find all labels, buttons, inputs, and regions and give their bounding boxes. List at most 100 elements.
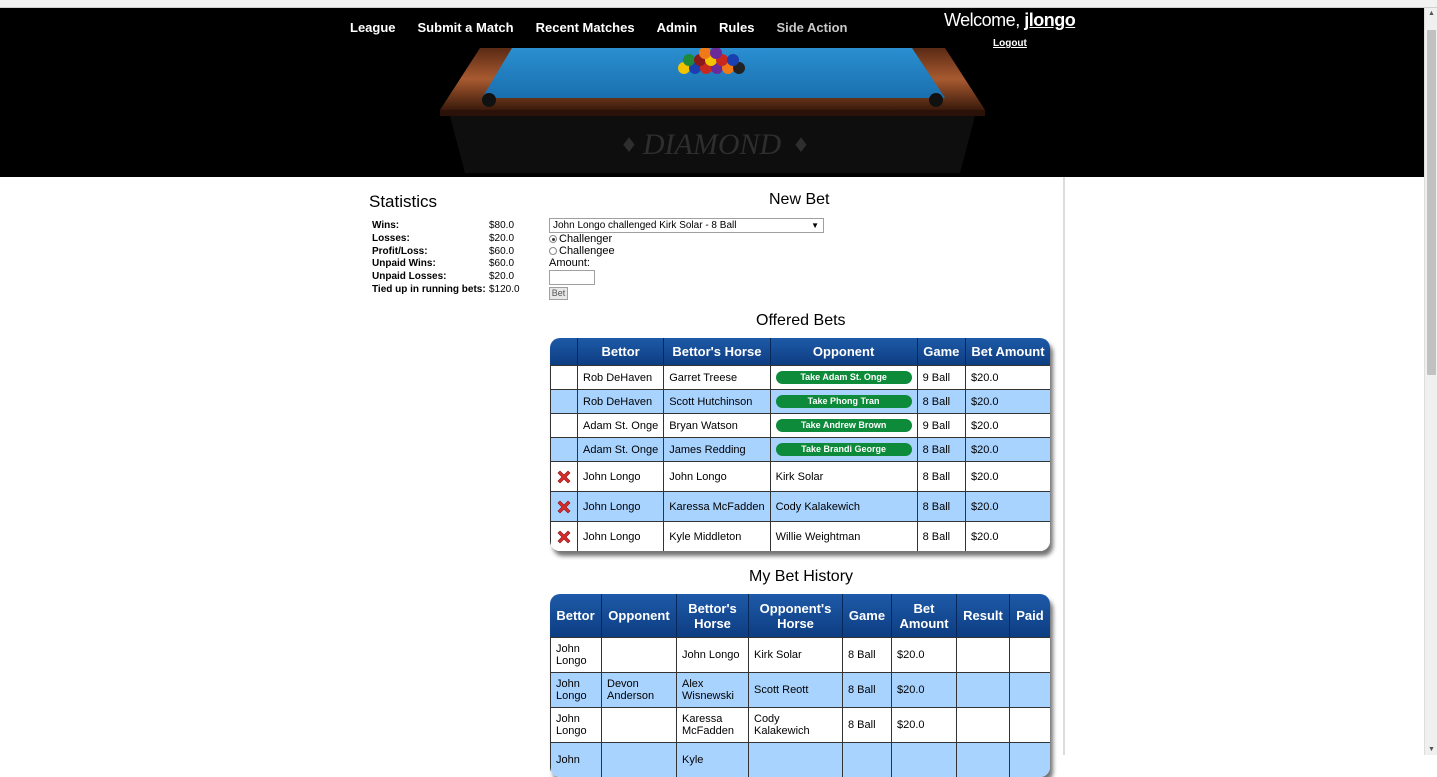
- offered-bet-row: John Longo Kyle Middleton Willie Weightman…: [550, 521, 1050, 551]
- match-select-value: John Longo challenged Kirk Solar - 8 Bal…: [553, 220, 737, 231]
- nav-side-action[interactable]: Side Action: [776, 20, 847, 35]
- stat-row: Unpaid Wins: $60.0: [372, 258, 549, 271]
- opponent-cell: [602, 742, 677, 777]
- history-header-bettor: Bettor: [550, 594, 602, 637]
- amount-cell: [892, 742, 957, 777]
- horse-cell: Bryan Watson: [664, 413, 771, 437]
- result-cell: [957, 707, 1010, 742]
- history-header-amount: Bet Amount: [892, 594, 957, 637]
- nav-recent-matches[interactable]: Recent Matches: [536, 20, 635, 35]
- paid-cell: [1010, 672, 1050, 707]
- opp-horse-cell: [749, 742, 843, 777]
- stat-row: Profit/Loss: $60.0: [372, 246, 549, 259]
- amount-cell: $20.0: [966, 437, 1050, 461]
- opponent-cell: Cody Kalakewich: [770, 491, 918, 521]
- bettor-cell: John: [550, 742, 602, 777]
- amount-input[interactable]: [549, 270, 595, 285]
- delete-x-icon[interactable]: [556, 529, 572, 545]
- scroll-up-arrow-icon[interactable]: ▲: [1428, 10, 1435, 17]
- history-header-result: Result: [957, 594, 1010, 637]
- horse-cell: Garret Treese: [664, 365, 771, 389]
- opponent-cell: Willie Weightman: [770, 521, 918, 551]
- match-select[interactable]: John Longo challenged Kirk Solar - 8 Bal…: [549, 218, 824, 233]
- challengee-label: Challengee: [559, 245, 615, 257]
- amount-label: Amount:: [549, 257, 590, 269]
- paid-cell: [1010, 707, 1050, 742]
- bettor-cell: John Longo: [578, 491, 665, 521]
- delete-x-icon[interactable]: [556, 469, 572, 485]
- scroll-thumb[interactable]: [1427, 30, 1436, 375]
- offered-bet-row: John Longo John Longo Kirk Solar 8 Ball $20.…: [550, 461, 1050, 491]
- history-row: John Longo Karessa McFadden Cody Kalakewic…: [550, 707, 1050, 742]
- scroll-down-arrow-icon[interactable]: ▼: [1428, 746, 1435, 753]
- offered-header-bettor: Bettor: [578, 338, 665, 365]
- take-bet-button[interactable]: Take Andrew Brown: [775, 419, 912, 432]
- opp-horse-cell: Scott Reott: [749, 672, 843, 707]
- history-header-game: Game: [843, 594, 892, 637]
- offered-bet-row: Rob DeHaven Garret Treese Take Adam St. On…: [550, 365, 1050, 389]
- history-header-paid: Paid: [1010, 594, 1050, 637]
- nav-submit-match[interactable]: Submit a Match: [418, 20, 514, 35]
- challengee-option[interactable]: Challengee: [549, 245, 824, 257]
- page-scrollbar[interactable]: ▲ ▼: [1424, 8, 1437, 755]
- horse-cell: Karessa McFadden: [664, 491, 771, 521]
- offered-bet-row: Rob DeHaven Scott Hutchinson Take Phong Tr…: [550, 389, 1050, 413]
- opponent-cell: Take Phong Tran: [770, 389, 918, 413]
- welcome-prefix: Welcome,: [944, 10, 1020, 30]
- bet-button[interactable]: Bet: [549, 287, 568, 300]
- content-divider: [1063, 177, 1065, 755]
- game-cell: 8 Ball: [917, 491, 966, 521]
- new-bet-title: New Bet: [769, 191, 830, 208]
- offered-bets-title: Offered Bets: [756, 312, 846, 329]
- stat-label: Profit/Loss:: [372, 245, 428, 257]
- opponent-cell: Devon Anderson: [602, 672, 677, 707]
- delete-cell: [550, 521, 578, 551]
- game-cell: 8 Ball: [917, 521, 966, 551]
- horse-cell: John Longo: [677, 637, 749, 672]
- stat-value: $60.0: [489, 245, 515, 257]
- take-bet-button[interactable]: Take Phong Tran: [775, 395, 912, 408]
- logout-link[interactable]: Logout: [993, 38, 1027, 49]
- challengee-radio[interactable]: [549, 247, 557, 255]
- stat-row: Tied up in running bets: $120.0: [372, 284, 549, 297]
- delete-x-icon[interactable]: [556, 499, 572, 515]
- bettor-cell: John Longo: [578, 461, 665, 491]
- nav-admin[interactable]: Admin: [657, 20, 697, 35]
- history-row: John Longo Devon Anderson Alex Wisnewski Sc…: [550, 672, 1050, 707]
- horse-cell: John Longo: [664, 461, 771, 491]
- delete-cell: [550, 389, 578, 413]
- offered-header-opponent: Opponent: [770, 338, 918, 365]
- challenger-radio[interactable]: [549, 235, 557, 243]
- new-bet-form: John Longo challenged Kirk Solar - 8 Bal…: [549, 218, 824, 300]
- bettor-cell: Adam St. Onge: [578, 437, 665, 461]
- pool-table-banner: DIAMOND ♦ ♦: [440, 48, 985, 173]
- opponent-name: Cody Kalakewich: [775, 500, 860, 513]
- take-bet-button[interactable]: Take Adam St. Onge: [775, 371, 912, 384]
- opponent-cell: Kirk Solar: [770, 461, 918, 491]
- horse-cell: Scott Hutchinson: [664, 389, 771, 413]
- history-row: John Longo John Longo Kirk Solar 8 Ball $20.…: [550, 637, 1050, 672]
- amount-cell: $20.0: [966, 521, 1050, 551]
- take-bet-button[interactable]: Take Brandi George: [775, 443, 912, 456]
- browser-chrome-strip: [0, 0, 1437, 8]
- challenger-option[interactable]: Challenger: [549, 233, 824, 245]
- offered-bet-row: Adam St. Onge Bryan Watson Take Andrew Bro…: [550, 413, 1050, 437]
- delete-cell: [550, 413, 578, 437]
- stat-label: Unpaid Losses:: [372, 271, 447, 283]
- main-nav: League Submit a Match Recent Matches Adm…: [350, 20, 869, 35]
- opponent-name: Kirk Solar: [775, 470, 824, 483]
- username-link[interactable]: jlongo: [1024, 10, 1075, 30]
- opponent-cell: [602, 707, 677, 742]
- amount-cell: $20.0: [966, 365, 1050, 389]
- delete-cell: [550, 365, 578, 389]
- nav-league[interactable]: League: [350, 20, 396, 35]
- bet-history-title: My Bet History: [749, 568, 854, 585]
- delete-cell: [550, 491, 578, 521]
- stat-value: $60.0: [489, 258, 515, 270]
- opponent-name: Willie Weightman: [775, 530, 861, 543]
- nav-rules[interactable]: Rules: [719, 20, 754, 35]
- site-header: DIAMOND ♦ ♦ League Submit a Match Recent…: [0, 8, 1424, 177]
- bettor-cell: Rob DeHaven: [578, 389, 665, 413]
- amount-cell: $20.0: [892, 672, 957, 707]
- horse-cell: Karessa McFadden: [677, 707, 749, 742]
